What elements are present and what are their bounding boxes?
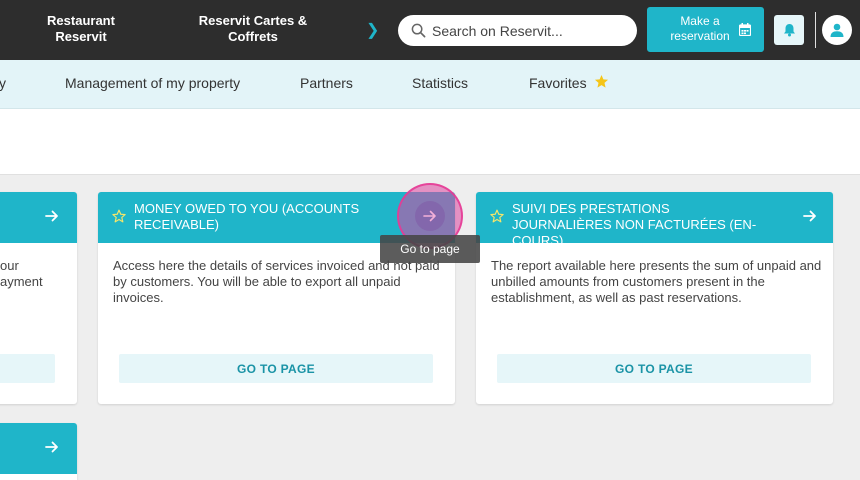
subnav-item-partners[interactable]: Partners: [300, 75, 353, 91]
make-reservation-button[interactable]: Make a reservation: [647, 7, 764, 52]
arrow-right-icon: [423, 210, 436, 222]
card-description: Access here the details of services invo…: [113, 258, 440, 305]
nav-reservit-cartes-coffrets[interactable]: Reservit Cartes & Coffrets: [194, 13, 312, 45]
star-outline-icon[interactable]: [112, 209, 126, 223]
card-header[interactable]: [0, 423, 77, 474]
divider: [815, 12, 816, 48]
subnav-item-management[interactable]: Management of my property: [65, 75, 240, 91]
search-icon: [411, 23, 426, 38]
card-title: Suivi des prestations journalières non f…: [512, 201, 757, 248]
star-outline-icon[interactable]: [490, 209, 504, 223]
page-header-area: [0, 109, 860, 175]
arrow-right-icon[interactable]: [803, 209, 817, 223]
go-to-page-button[interactable]: GO TO PAGE: [497, 354, 811, 383]
sub-navigation: y Management of my property Partners Sta…: [0, 60, 860, 109]
make-reservation-label: Make a reservation: [670, 14, 730, 43]
subnav-item-statistics[interactable]: Statistics: [412, 75, 468, 91]
card-description: The report available here presents the s…: [491, 258, 822, 305]
notifications-button[interactable]: [774, 15, 804, 45]
card-title: Money owed to you (accounts receivable): [134, 201, 360, 232]
card-header[interactable]: Suivi des prestations journalières non f…: [476, 192, 833, 248]
arrow-button-highlighted[interactable]: [415, 201, 445, 231]
subnav-item-favorites[interactable]: Favorites: [529, 75, 587, 91]
report-card-partial: our ayment: [0, 192, 77, 404]
top-bar: Restaurant Reservit Reservit Cartes & Co…: [0, 0, 860, 60]
card-header[interactable]: [0, 192, 77, 243]
user-icon: [830, 23, 844, 37]
arrow-right-icon[interactable]: [45, 440, 59, 454]
calendar-icon: [739, 23, 751, 36]
go-to-page-button[interactable]: GO TO PAGE: [119, 354, 433, 383]
user-avatar[interactable]: [822, 15, 852, 45]
nav-restaurant-reservit[interactable]: Restaurant Reservit: [40, 13, 122, 45]
star-icon: [594, 74, 609, 88]
report-card-daily-services: Suivi des prestations journalières non f…: [476, 192, 833, 404]
search-box[interactable]: [398, 15, 637, 46]
report-card-partial-2: [0, 423, 77, 480]
chevron-right-icon[interactable]: ❯: [366, 20, 379, 40]
subnav-item-cut[interactable]: y: [0, 75, 6, 91]
search-input[interactable]: [432, 22, 622, 39]
arrow-right-icon[interactable]: [45, 209, 59, 223]
go-to-page-button[interactable]: [0, 354, 55, 383]
tooltip: Go to page: [380, 235, 480, 263]
bell-icon: [783, 24, 795, 37]
card-description: our ayment: [0, 258, 43, 289]
